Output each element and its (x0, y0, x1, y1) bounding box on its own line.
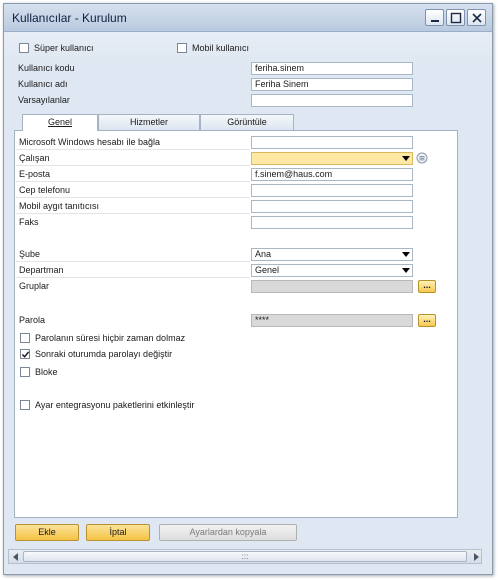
user-name-label: Kullanıcı adı (18, 79, 68, 89)
chevron-down-icon (402, 156, 410, 161)
super-user-checkbox[interactable] (19, 43, 29, 53)
row-separator (16, 197, 250, 198)
scroll-thumb[interactable]: ::: (23, 551, 467, 562)
branch-value: Ana (255, 249, 272, 259)
change-pw-next-label: Sonraki oturumda parolayı değiştir (35, 349, 173, 359)
department-label: Departman (19, 265, 64, 275)
mobile-device-label: Mobil aygıt tanıtıcısı (19, 201, 100, 211)
change-pw-next-checkbox[interactable] (20, 349, 30, 359)
tab-services[interactable]: Hizmetler (98, 114, 200, 130)
user-name-field[interactable]: Feriha Sinem (251, 78, 413, 91)
locked-checkbox[interactable] (20, 367, 30, 377)
window-title: Kullanıcılar - Kurulum (12, 11, 127, 25)
copy-from-settings-label: Ayarlardan kopyala (189, 527, 267, 537)
mobile-phone-field[interactable] (251, 184, 413, 197)
row-separator (16, 213, 250, 214)
row-separator (16, 181, 250, 182)
employee-dropdown[interactable] (251, 152, 413, 165)
password-field: **** (251, 314, 413, 327)
pw-never-expires-checkbox[interactable] (20, 333, 30, 343)
add-button[interactable]: Ekle (15, 524, 79, 541)
cancel-button-label: İptal (109, 527, 127, 537)
ms-windows-label: Microsoft Windows hesabı ile bağla (19, 137, 161, 147)
row-separator (16, 261, 250, 262)
copy-from-settings-button: Ayarlardan kopyala (159, 524, 297, 541)
tab-general[interactable]: Genel (22, 114, 98, 131)
mobile-user-label: Mobil kullanıcı (192, 43, 250, 53)
pw-never-expires-label: Parolanın süresi hiçbir zaman dolmaz (35, 333, 186, 343)
add-button-label: Ekle (38, 527, 56, 537)
enable-packages-checkbox[interactable] (20, 400, 30, 410)
scroll-right-icon[interactable] (472, 553, 480, 561)
grip-icon: ::: (241, 552, 249, 561)
department-dropdown[interactable]: Genel (251, 264, 413, 277)
groups-label: Gruplar (19, 281, 50, 291)
title-bar[interactable]: Kullanıcılar - Kurulum (4, 4, 492, 32)
user-code-field[interactable]: feriha.sinem (251, 62, 413, 75)
super-user-label: Süper kullanıcı (34, 43, 94, 53)
fax-field[interactable] (251, 216, 413, 229)
email-field[interactable]: f.sinem@haus.com (251, 168, 413, 181)
branch-dropdown[interactable]: Ana (251, 248, 413, 261)
maximize-icon (450, 12, 462, 24)
maximize-button[interactable] (446, 9, 465, 26)
scroll-left-icon[interactable] (12, 553, 20, 561)
mobile-phone-label: Cep telefonu (19, 185, 71, 195)
minimize-button[interactable] (425, 9, 444, 26)
row-separator (16, 149, 250, 150)
ellipsis-icon: ... (423, 280, 431, 290)
tab-general-label: Genel (47, 117, 73, 127)
chevron-down-icon (402, 268, 410, 273)
user-code-label: Kullanıcı kodu (18, 63, 75, 73)
employee-label: Çalışan (19, 153, 50, 163)
ellipsis-icon: ... (423, 314, 431, 324)
minimize-icon (431, 20, 439, 22)
groups-browse-button[interactable]: ... (418, 280, 436, 293)
branch-label: Şube (19, 249, 41, 259)
password-browse-button[interactable]: ... (418, 314, 436, 327)
mobile-device-field[interactable] (251, 200, 413, 213)
mobile-user-checkbox[interactable] (177, 43, 187, 53)
email-label: E-posta (19, 169, 51, 179)
cancel-button[interactable]: İptal (86, 524, 150, 541)
tab-display[interactable]: Görüntüle (200, 114, 294, 130)
locked-label: Bloke (35, 367, 58, 377)
department-value: Genel (255, 265, 280, 275)
tab-services-label: Hizmetler (129, 117, 168, 127)
groups-field (251, 280, 413, 293)
row-separator (16, 277, 250, 278)
row-separator (16, 165, 250, 166)
defaults-field[interactable] (251, 94, 413, 107)
ms-windows-field[interactable] (251, 136, 413, 149)
password-label: Parola (19, 315, 46, 325)
close-icon (472, 13, 482, 23)
chevron-down-icon (402, 252, 410, 257)
horizontal-scrollbar[interactable]: ::: (8, 549, 482, 564)
close-button[interactable] (467, 9, 486, 26)
tab-display-label: Görüntüle (227, 117, 267, 127)
list-icon[interactable] (416, 152, 428, 164)
enable-packages-label: Ayar entegrasyonu paketlerini etkinleşti… (35, 400, 195, 410)
fax-label: Faks (19, 217, 39, 227)
defaults-label: Varsayılanlar (18, 95, 70, 105)
checkmark-icon (21, 351, 30, 358)
